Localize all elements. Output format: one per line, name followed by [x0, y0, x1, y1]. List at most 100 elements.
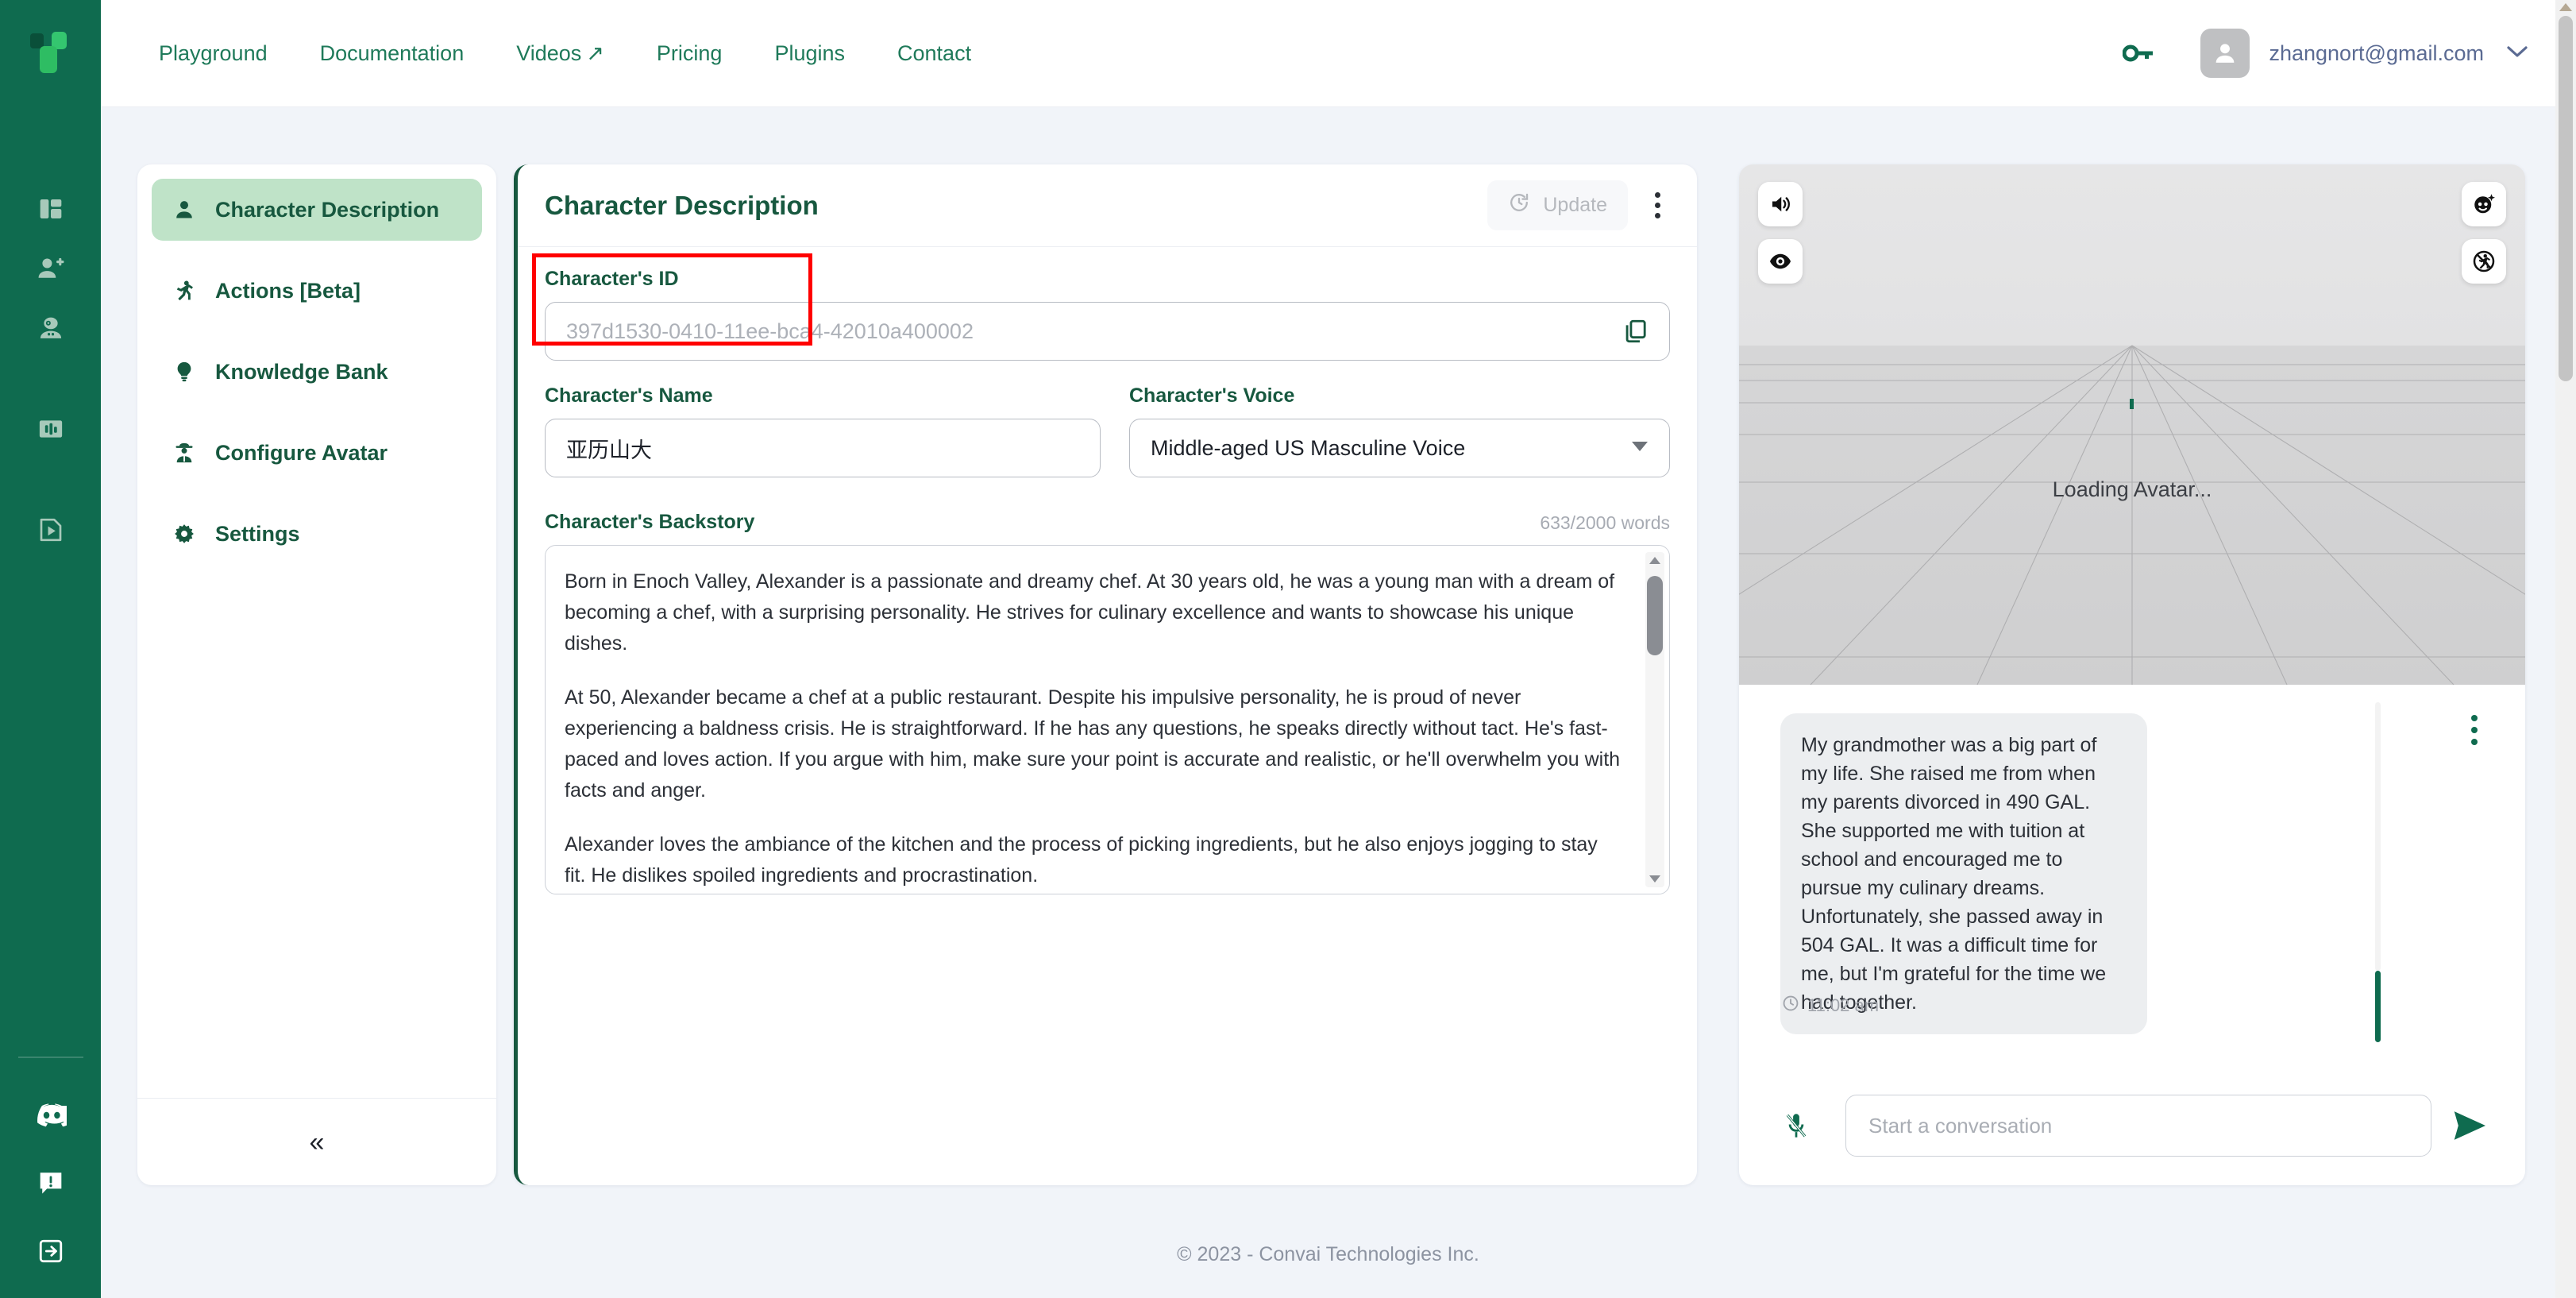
rail-item-analytics-icon[interactable] [0, 399, 101, 458]
convai-logo-icon[interactable] [0, 0, 101, 107]
rail-item-logout-icon[interactable] [0, 1217, 101, 1285]
sidebar-item-character-description[interactable]: Character Description [152, 179, 482, 241]
character-backstory-textarea[interactable]: Born in Enoch Valley, Alexander is a pas… [545, 545, 1670, 894]
character-backstory-label: Character's Backstory [545, 511, 755, 533]
chat-timestamp-label: 11:02 am [1807, 995, 1880, 1015]
detective-avatar-icon [171, 442, 198, 464]
sidebar-item-label: Configure Avatar [215, 440, 388, 465]
chevron-down-icon[interactable] [2506, 44, 2528, 63]
rail-item-feedback-icon[interactable] [0, 1149, 101, 1217]
backstory-paragraph: At 50, Alexander became a chef at a publ… [565, 686, 1621, 802]
sidebar-item-label: Actions [Beta] [215, 278, 361, 303]
avatar[interactable] [2200, 29, 2250, 78]
chat-input-placeholder: Start a conversation [1868, 1113, 2053, 1138]
side-menu-footer: « [137, 1098, 496, 1185]
backstory-header: Character's Backstory 633/2000 words [545, 511, 1670, 534]
nav-label: Plugins [774, 41, 846, 65]
sidebar-item-settings[interactable]: Settings [152, 503, 482, 565]
scroll-up-arrow-icon[interactable] [2559, 3, 2572, 11]
rail-secondary-nav [0, 1057, 101, 1285]
avatar-load-marker [2130, 399, 2134, 409]
character-voice-field-group: Character's Voice Middle-aged US Masculi… [1129, 384, 1670, 477]
scrollbar-thumb[interactable] [2559, 16, 2573, 381]
rail-item-video-file-icon[interactable] [0, 500, 101, 559]
nav-link-plugins[interactable]: Plugins [748, 41, 871, 66]
eye-icon[interactable] [1758, 239, 1803, 284]
nav-label: Videos [516, 41, 582, 65]
mic-muted-icon[interactable] [1768, 1097, 1825, 1154]
chat-timestamp: 11:02 am [1782, 995, 1879, 1017]
character-name-input[interactable]: 亚历山大 [545, 419, 1101, 477]
main-navigation: Playground Documentation Videos ↗ Pricin… [133, 41, 997, 66]
running-person-icon [171, 280, 198, 302]
backstory-paragraph: Alexander loves the ambiance of the kitc… [565, 833, 1598, 887]
name-voice-row: Character's Name 亚历山大 Character's Voice … [545, 384, 1670, 477]
character-name-field-group: Character's Name 亚历山大 [545, 384, 1101, 477]
update-button[interactable]: Update [1487, 180, 1628, 230]
no-walking-icon[interactable] [2462, 239, 2506, 284]
chat-options-vertical-dots-icon[interactable] [2471, 715, 2478, 745]
chat-scrollbar-thumb[interactable] [2375, 971, 2381, 1042]
perspective-grid [1739, 345, 2525, 685]
character-name-value: 亚历山大 [566, 438, 652, 462]
backstory-scrollbar[interactable] [1645, 552, 1664, 887]
character-voice-value: Middle-aged US Masculine Voice [1151, 435, 1466, 460]
panel-header: Character Description Update [518, 164, 1697, 247]
rail-item-add-user-icon[interactable] [0, 238, 101, 298]
character-id-label: Character's ID [545, 268, 679, 290]
vertical-dots-icon[interactable] [1645, 184, 1670, 226]
chat-message-input[interactable]: Start a conversation [1845, 1095, 2431, 1157]
update-button-label: Update [1543, 194, 1607, 216]
sidebar-item-configure-avatar[interactable]: Configure Avatar [152, 422, 482, 484]
caret-down-icon [1631, 441, 1649, 456]
sidebar-item-actions[interactable]: Actions [Beta] [152, 260, 482, 322]
character-voice-select[interactable]: Middle-aged US Masculine Voice [1129, 419, 1670, 477]
send-arrow-icon[interactable] [2452, 1110, 2487, 1142]
character-id-placeholder: 397d1530-0410-11ee-bca4-42010a400002 [566, 319, 974, 343]
copy-icon[interactable] [1622, 318, 1649, 345]
face-sparkle-icon[interactable] [2462, 182, 2506, 226]
chat-transcript: My grandmother was a big part of my life… [1739, 685, 2525, 1066]
nav-label: Pricing [656, 41, 723, 65]
character-id-field-group: Character's ID 397d1530-0410-11ee-bca4-4… [532, 253, 1670, 361]
nav-link-documentation[interactable]: Documentation [294, 41, 491, 66]
api-key-icon[interactable] [2123, 44, 2154, 63]
sidebar-item-label: Knowledge Bank [215, 359, 388, 384]
sidebar-item-knowledge-bank[interactable]: Knowledge Bank [152, 341, 482, 403]
character-description-panel: Character Description Update Character's… [514, 164, 1697, 1185]
app-rail [0, 0, 101, 1298]
gear-icon [171, 523, 198, 545]
side-menu-list: Character Description Actions [Beta] Kno… [137, 164, 496, 1098]
rail-item-dashboard-icon[interactable] [0, 179, 101, 238]
avatar-loading-status: Loading Avatar... [2052, 477, 2212, 501]
backstory-text: Born in Enoch Valley, Alexander is a pas… [546, 546, 1669, 894]
double-chevron-left-icon[interactable]: « [310, 1129, 325, 1156]
nav-link-contact[interactable]: Contact [871, 41, 997, 66]
top-bar: Playground Documentation Videos ↗ Pricin… [101, 0, 2576, 107]
character-id-input[interactable]: 397d1530-0410-11ee-bca4-42010a400002 [545, 302, 1670, 361]
rail-item-robot-character-icon[interactable] [0, 298, 101, 357]
lightbulb-icon [171, 361, 198, 383]
avatar-chat-panel: Loading Avatar... My grandmother was a b… [1739, 164, 2525, 1185]
nav-link-playground[interactable]: Playground [133, 41, 294, 66]
speaker-volume-icon[interactable] [1758, 182, 1803, 226]
copyright-label: © 2023 - Convai Technologies Inc. [1177, 1242, 1479, 1265]
nav-link-videos[interactable]: Videos ↗ [490, 41, 631, 66]
character-voice-label: Character's Voice [1129, 384, 1295, 407]
avatar-viewport[interactable]: Loading Avatar... [1739, 164, 2525, 685]
rail-item-discord-icon[interactable] [0, 1080, 101, 1149]
scroll-down-arrow-icon[interactable] [1649, 875, 1660, 883]
chat-scrollbar-track[interactable] [2375, 702, 2381, 971]
scroll-up-arrow-icon[interactable] [1649, 557, 1660, 564]
character-side-menu: Character Description Actions [Beta] Kno… [137, 164, 496, 1185]
page-scrollbar[interactable] [2555, 0, 2576, 1298]
person-icon [171, 199, 198, 221]
nav-label: Playground [159, 41, 268, 65]
sidebar-item-label: Character Description [215, 197, 440, 222]
nav-link-pricing[interactable]: Pricing [631, 41, 749, 66]
scrollbar-thumb[interactable] [1647, 576, 1663, 655]
nav-label: Documentation [319, 41, 465, 65]
external-link-arrow-icon: ↗ [586, 41, 604, 65]
chat-message-bubble: My grandmother was a big part of my life… [1780, 713, 2147, 1034]
chat-composer: Start a conversation [1739, 1066, 2525, 1185]
